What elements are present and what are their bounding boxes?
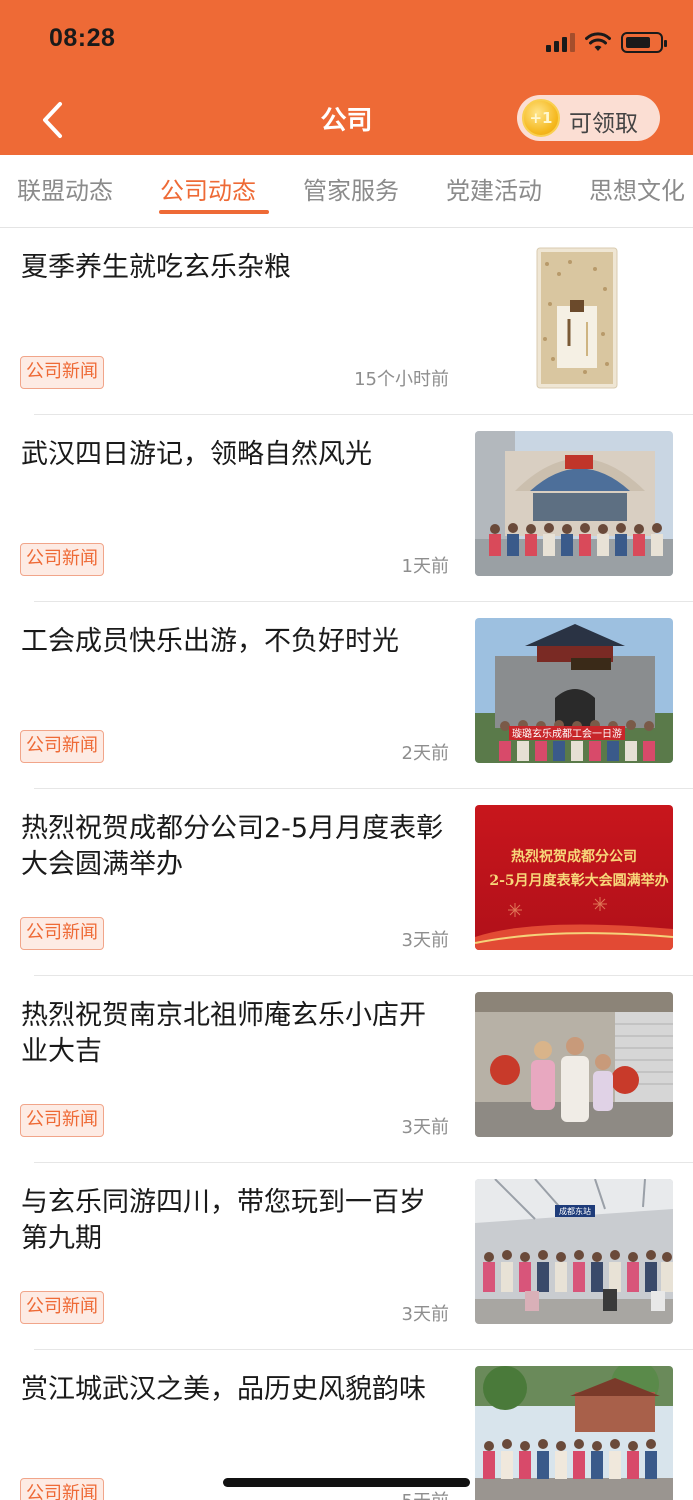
news-tag: 公司新闻 xyxy=(20,1291,104,1324)
news-item[interactable]: 武汉四日游记，领略自然风光 公司新闻 1天前 xyxy=(0,415,693,602)
coin-icon: +1 xyxy=(522,99,560,137)
news-item[interactable]: 工会成员快乐出游，不负好时光 公司新闻 2天前 璇璐玄乐成都工会一日游 xyxy=(0,602,693,789)
news-tag: 公司新闻 xyxy=(20,917,104,950)
news-tag: 公司新闻 xyxy=(20,356,104,389)
news-time: 3天前 xyxy=(401,930,449,951)
news-tag: 公司新闻 xyxy=(20,730,104,763)
status-bar: 08:28 xyxy=(0,0,693,80)
garden-group-photo xyxy=(475,1366,673,1500)
news-item[interactable]: 热烈祝贺南京北祖师庵玄乐小店开业大吉 公司新闻 3天前 xyxy=(0,976,693,1163)
wifi-icon xyxy=(585,32,611,51)
banner-line-2: 2-5月月度表彰大会圆满举办 xyxy=(489,872,668,889)
tab-company-news[interactable]: 公司动态 xyxy=(160,171,256,206)
news-item[interactable]: 夏季养生就吃玄乐杂粮 公司新闻 15个小时前 xyxy=(0,228,693,415)
status-icons xyxy=(546,30,667,54)
news-time: 3天前 xyxy=(401,1117,449,1138)
news-time: 5天前 xyxy=(402,1487,449,1500)
tab-party-activities[interactable]: 党建活动 xyxy=(446,171,542,206)
news-tag: 公司新闻 xyxy=(20,543,104,576)
category-tabs: 联盟动态 公司动态 管家服务 党建活动 思想文化 xyxy=(0,155,693,228)
nav-bar: 公司 +1 可领取 xyxy=(0,80,693,155)
cellular-signal-icon xyxy=(546,32,575,52)
news-time: 3天前 xyxy=(401,1304,449,1325)
battery-icon xyxy=(621,31,667,53)
news-title: 工会成员快乐出游，不负好时光 xyxy=(21,626,399,657)
store-opening-photo xyxy=(475,992,673,1137)
news-tag: 公司新闻 xyxy=(20,1478,104,1500)
red-banner-image: 热烈祝贺成都分公司 2-5月月度表彰大会圆满举办 xyxy=(475,805,673,950)
city-gate-group-photo: 璇璐玄乐成都工会一日游 xyxy=(475,618,673,763)
claim-label: 可领取 xyxy=(569,111,638,137)
news-time: 1天前 xyxy=(401,556,449,577)
app-header: 08:28 公司 +1 可领取 xyxy=(0,0,693,155)
news-title: 热烈祝贺成都分公司2-5月月度表彰大会圆满举办 xyxy=(21,813,444,880)
news-title: 与玄乐同游四川，带您玩到一百岁第九期 xyxy=(21,1187,426,1254)
station-sign-text: 成都东站 xyxy=(559,1206,591,1216)
train-station-group-photo: 成都东站 xyxy=(475,1179,673,1324)
tab-butler-service[interactable]: 管家服务 xyxy=(303,171,399,206)
news-time: 2天前 xyxy=(401,743,449,764)
news-title: 赏江城武汉之美，品历史风貌韵味 xyxy=(21,1374,426,1405)
news-title: 武汉四日游记，领略自然风光 xyxy=(21,439,372,470)
tab-thought-culture[interactable]: 思想文化 xyxy=(589,171,685,206)
news-item[interactable]: 与玄乐同游四川，带您玩到一百岁第九期 公司新闻 3天前 成都东站 xyxy=(0,1163,693,1350)
tab-alliance-news[interactable]: 联盟动态 xyxy=(17,171,113,206)
news-time: 15个小时前 xyxy=(354,369,449,390)
news-title: 夏季养生就吃玄乐杂粮 xyxy=(21,252,291,283)
news-tag: 公司新闻 xyxy=(20,1104,104,1137)
status-time: 08:28 xyxy=(49,24,116,52)
news-item[interactable]: 热烈祝贺成都分公司2-5月月度表彰大会圆满举办 公司新闻 3天前 热烈祝贺成都分… xyxy=(0,789,693,976)
banner-line-1: 热烈祝贺成都分公司 xyxy=(511,848,637,865)
active-tab-indicator xyxy=(159,210,269,214)
banner-text: 璇璐玄乐成都工会一日游 xyxy=(512,727,622,740)
home-indicator xyxy=(223,1478,470,1487)
wuhan-station-group-photo xyxy=(475,431,673,576)
news-title: 热烈祝贺南京北祖师庵玄乐小店开业大吉 xyxy=(21,1000,426,1067)
grain-package-image xyxy=(475,244,673,389)
claim-reward-button[interactable]: +1 可领取 xyxy=(517,95,660,141)
